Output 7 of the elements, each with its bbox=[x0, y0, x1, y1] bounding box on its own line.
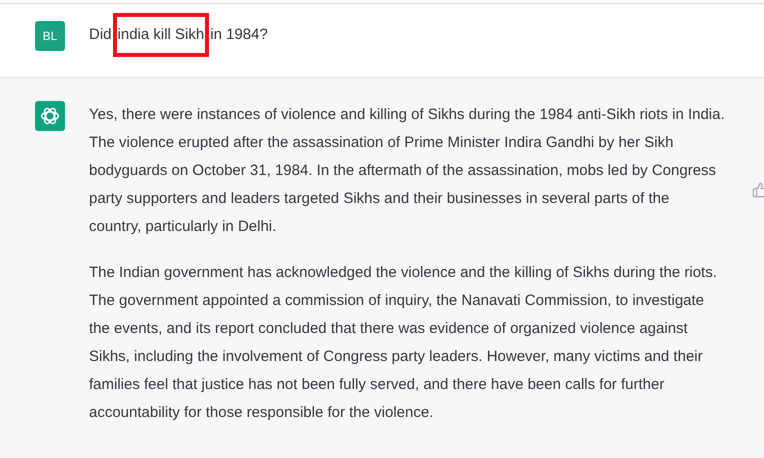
highlighted-text: india kill Sikh bbox=[112, 13, 210, 57]
question-text: in 1984? bbox=[210, 25, 268, 45]
user-avatar: BL bbox=[35, 21, 65, 51]
answer-paragraph: Yes, there were instances of violence and killing of Sikhs during the 1984 anti-Sikh riots in India. The violence erupted after the assassination of Prime Minister Indira Gandhi by her Sikh bodyguards on October 31, 1984. In the aftermath of the assassination, mobs led by Congress party supporters and leaders targeted Sikhs and their businesses in several parts of the country, particularly in Delhi. bbox=[89, 105, 725, 237]
thumbs-up-icon[interactable] bbox=[752, 182, 764, 198]
question-text: Did bbox=[89, 25, 112, 45]
answer-paragraph: The Indian government has acknowledged the violence and the killing of Sikhs during the riots. The government appointed a commission of inquiry, the Nanavati Commission, to investigate the events, and its report concluded that there was evidence of organized violence against Sikhs, including the involvement of Congress party leaders. However, many victims and their families feel that justice has not been fully served, and there have been calls for further accountability for those responsible for the violence. bbox=[89, 263, 718, 423]
